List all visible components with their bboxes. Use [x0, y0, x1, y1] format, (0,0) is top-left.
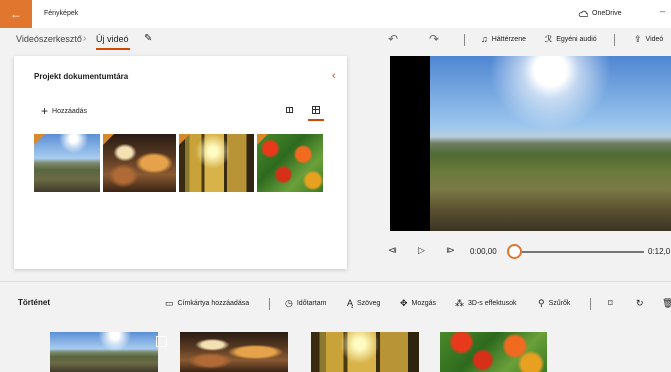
in-use-marker [34, 134, 45, 145]
chevron-right-icon: › [83, 33, 87, 44]
3d-effects-icon: ⁂ [455, 298, 464, 308]
crop-icon[interactable]: ⌑ [608, 298, 613, 309]
redo-icon[interactable]: ↷ [429, 32, 439, 46]
duration-label: Időtartam [296, 300, 327, 307]
storyboard-title: Történet [18, 298, 50, 307]
custom-audio-button[interactable]: ℛ Egyéni audió [545, 34, 597, 45]
export-button[interactable]: ⇪ Videó [634, 34, 663, 45]
share-icon: ⇪ [634, 34, 642, 44]
breadcrumb-underline [96, 48, 130, 50]
background-music-label: Háttérzene [491, 35, 526, 43]
current-time: 0:00,00 [470, 247, 497, 256]
library-thumbnail-forest[interactable] [179, 134, 254, 192]
grid-view-indicator [308, 119, 324, 121]
section-divider [0, 281, 671, 282]
seek-track[interactable] [514, 251, 644, 253]
add-title-card-button[interactable]: ▭ Címkártya hozzáadása [165, 298, 249, 309]
library-thumbnail-leaves[interactable] [257, 134, 323, 192]
back-button[interactable]: ← [0, 0, 32, 28]
end-time: 0:12,0 [648, 247, 671, 256]
add-media-button[interactable]: + Hozzáadás [41, 104, 88, 118]
custom-audio-label: Egyéni audió [556, 36, 597, 43]
custom-audio-icon: ℛ [545, 34, 553, 44]
motion-button[interactable]: ✥ Mozgás [400, 298, 436, 309]
text-label: Szöveg [357, 299, 381, 307]
in-use-marker [103, 134, 114, 145]
plus-icon: + [41, 104, 49, 118]
storyboard-clip-landscape[interactable] [50, 332, 158, 372]
filters-label: Szűrők [548, 300, 571, 307]
pencil-icon[interactable]: ✎ [144, 33, 152, 44]
collapse-chevron-icon[interactable]: ‹ [332, 70, 336, 82]
library-title: Projekt dokumentumtára [34, 72, 129, 81]
text-icon: Ą [347, 298, 354, 308]
breadcrumb-root[interactable]: Videószerkesztő [16, 34, 82, 44]
app-title: Fényképek [44, 10, 79, 17]
rotate-icon[interactable]: ↻ [636, 298, 644, 309]
library-thumbnail-landscape[interactable] [34, 134, 100, 192]
filters-button[interactable]: ⚲ Szűrők [538, 298, 570, 309]
cloud-icon [578, 10, 588, 17]
export-label: Videó [645, 36, 664, 43]
3d-effects-label: 3D-s effektusok [468, 300, 517, 307]
motion-icon: ✥ [400, 298, 408, 308]
undo-icon[interactable]: ↶ [388, 32, 398, 46]
text-button[interactable]: Ą Szöveg [347, 298, 380, 308]
onedrive-label: OneDrive [592, 10, 622, 17]
minimize-button[interactable]: – [660, 6, 665, 16]
background-music-button[interactable]: ♫ Háttérzene [481, 34, 526, 44]
title-card-icon: ▭ [165, 298, 174, 308]
editor-header: Videószerkesztő › Új videó ✎ ↶ ↷ ♫ Hátté… [0, 28, 671, 52]
duration-button[interactable]: ◷ Időtartam [285, 298, 326, 309]
storyboard-clip-forest[interactable] [311, 332, 419, 372]
seek-knob[interactable] [507, 244, 522, 259]
toolbar-divider [464, 34, 465, 46]
library-thumbnail-coffee[interactable] [103, 134, 176, 192]
breadcrumb-current: Új videó [96, 34, 129, 44]
next-frame-icon[interactable]: ⧐ [446, 245, 455, 256]
toolbar-divider [614, 34, 615, 46]
3d-effects-button[interactable]: ⁂ 3D-s effektusok [455, 298, 517, 309]
in-use-marker [257, 134, 268, 145]
preview-frame-image [430, 56, 671, 231]
grid-view-icon[interactable] [312, 106, 320, 114]
back-arrow-icon: ← [10, 7, 22, 21]
previous-frame-icon[interactable]: ⧏ [388, 245, 397, 256]
project-library-panel: Projekt dokumentumtára ‹ + Hozzáadás [14, 56, 347, 269]
toolbar-divider [269, 298, 270, 310]
delete-icon[interactable]: 🗑 [662, 298, 671, 309]
onedrive-button[interactable]: OneDrive [578, 10, 622, 17]
add-media-label: Hozzáadás [52, 107, 88, 115]
filter-icon: ⚲ [538, 298, 545, 308]
add-title-card-label: Címkártya hozzáadása [177, 300, 250, 307]
storyboard-clip-coffee[interactable] [180, 332, 288, 372]
in-use-marker [179, 134, 190, 145]
toolbar-divider [590, 298, 591, 310]
split-view-icon[interactable] [286, 107, 293, 113]
storyboard-clip-leaves[interactable] [440, 332, 547, 372]
motion-label: Mozgás [411, 300, 437, 307]
clip-select-checkbox[interactable] [156, 336, 167, 347]
music-note-icon: ♫ [481, 34, 488, 44]
title-bar: ← Fényképek OneDrive – [0, 0, 671, 28]
clock-icon: ◷ [285, 298, 293, 308]
video-preview[interactable] [390, 56, 671, 231]
play-icon[interactable]: ▷ [418, 245, 425, 256]
